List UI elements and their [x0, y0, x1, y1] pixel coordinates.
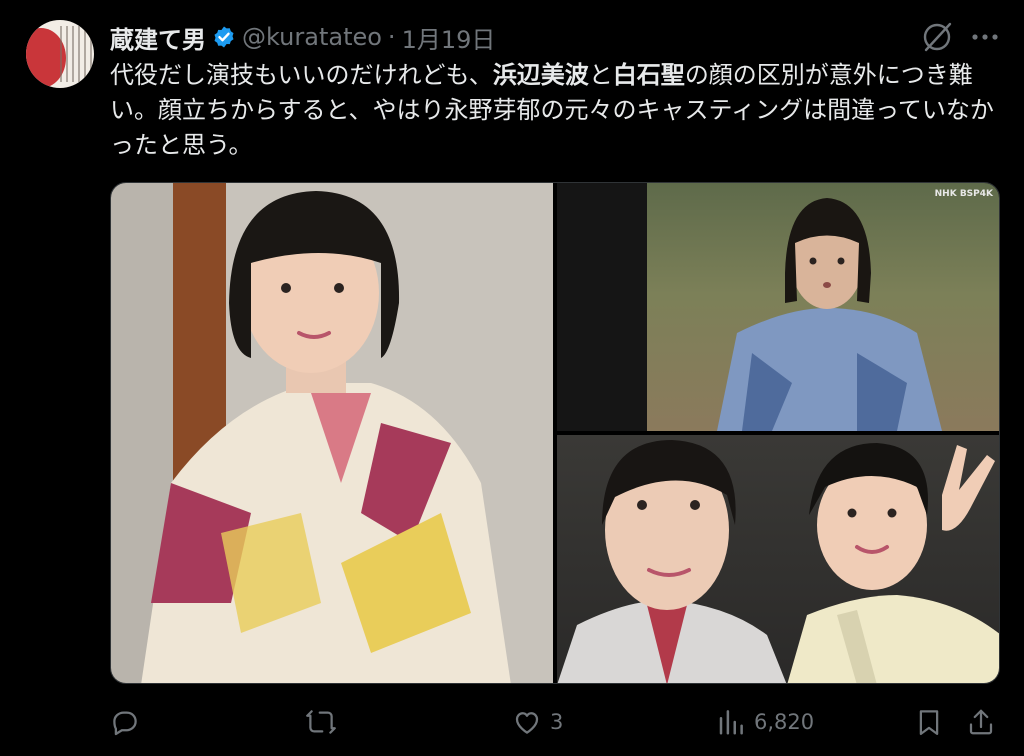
tweet-text: 代役だし演技もいいのだけれども、浜辺美波と白石聖の顔の区別が意外につき難い。顔立… — [110, 58, 1000, 163]
photo-3-art — [557, 440, 999, 683]
verified-badge-icon — [214, 26, 234, 48]
photo-3[interactable] — [557, 435, 999, 683]
media-grid: NHK BSP4K — [110, 182, 1000, 684]
share-button[interactable] — [966, 707, 996, 737]
reply-button[interactable] — [110, 707, 140, 737]
avatar-text-lines — [56, 26, 92, 82]
mention-hamabe[interactable]: 浜辺美波 — [493, 61, 589, 89]
retweet-button[interactable] — [306, 707, 336, 737]
retweet-icon — [306, 710, 336, 734]
avatar[interactable] — [26, 20, 94, 88]
watermark: NHK BSP4K — [934, 189, 993, 199]
tweet-date[interactable]: 1月19日 — [402, 20, 496, 55]
bookmark-button[interactable] — [914, 707, 944, 737]
tweet-header: 蔵建て男 @kuratateo · 1月19日 — [110, 20, 495, 54]
views-button[interactable]: 6,820 — [716, 707, 814, 737]
tweet-text-part: と — [588, 61, 613, 89]
mention-shiraishi[interactable]: 白石聖 — [613, 61, 685, 89]
like-button[interactable]: 3 — [512, 707, 563, 737]
separator-dot: · — [387, 23, 396, 51]
grok-icon[interactable] — [920, 20, 954, 54]
more-options-icon[interactable] — [970, 28, 1000, 46]
author-name[interactable]: 蔵建て男 — [110, 20, 206, 55]
photo-2-art — [557, 183, 942, 431]
reply-icon — [113, 711, 137, 736]
tweet-text-part: 代役だし演技もいいのだけれども、 — [110, 61, 493, 89]
photo-1[interactable] — [111, 183, 553, 683]
like-count: 3 — [550, 710, 564, 734]
views-count: 6,820 — [754, 710, 815, 734]
views-chart-icon — [719, 710, 743, 735]
heart-icon — [515, 712, 539, 734]
author-handle[interactable]: @kuratateo — [242, 23, 382, 51]
photo-1-art — [141, 191, 511, 683]
share-icon — [969, 709, 993, 735]
photo-2[interactable]: NHK BSP4K — [557, 183, 999, 431]
bookmark-icon — [919, 710, 939, 735]
